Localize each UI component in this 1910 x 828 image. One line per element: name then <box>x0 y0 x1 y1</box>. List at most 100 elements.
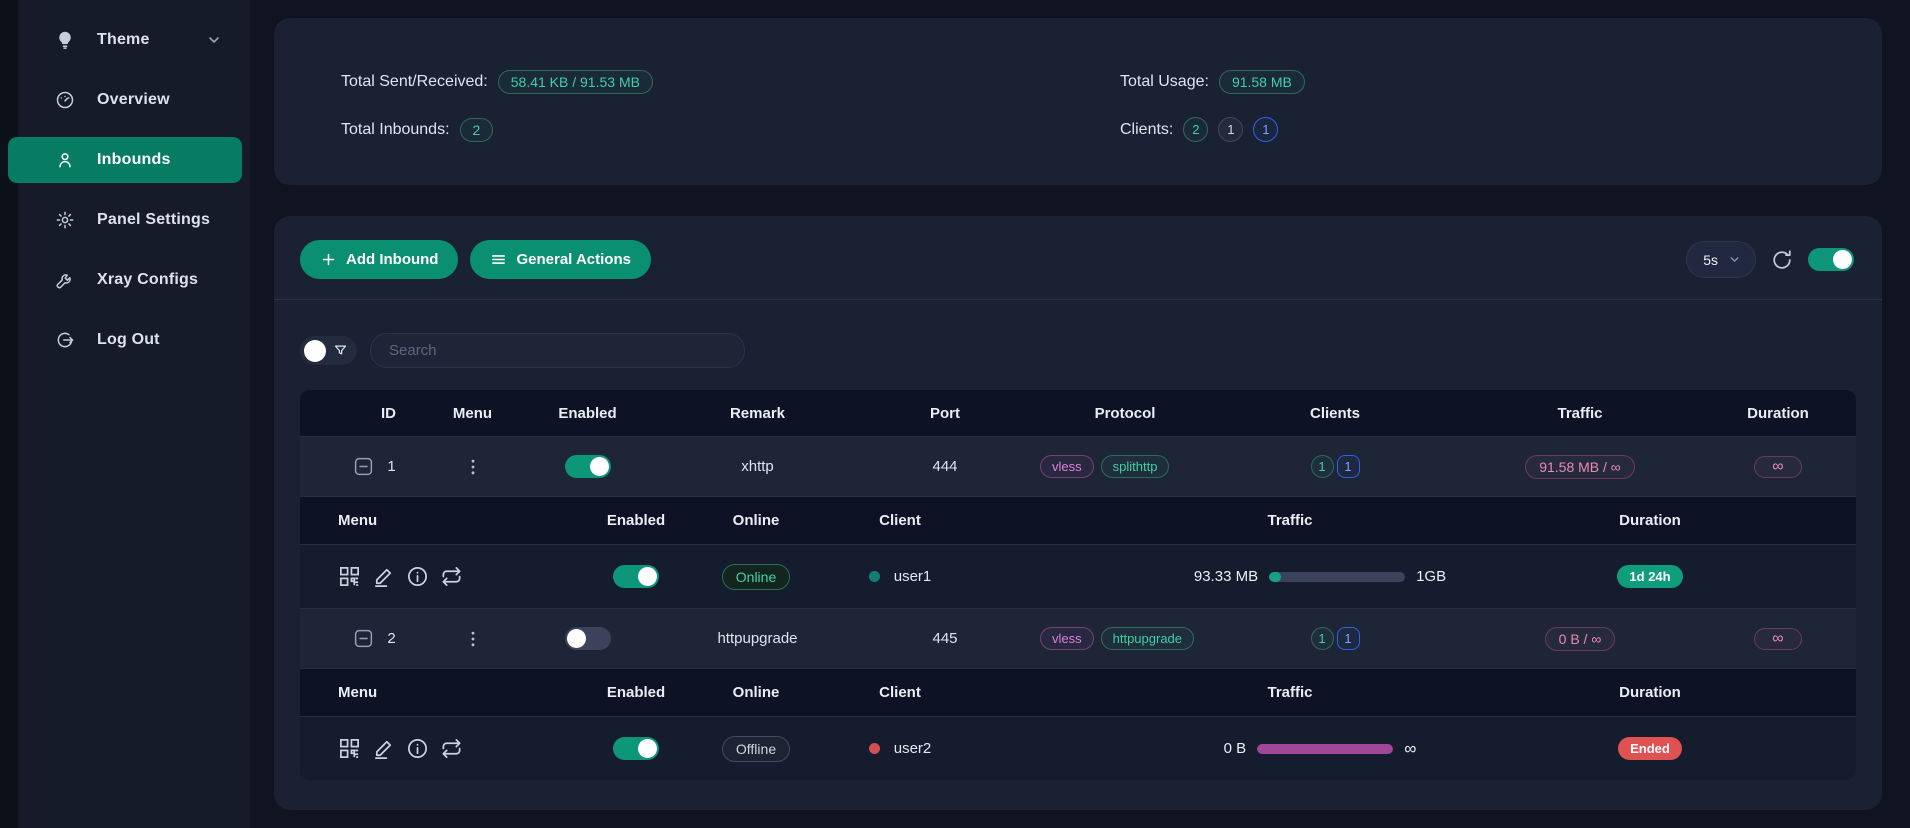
table-row: 1 xhttp 444 vless splithttp 1 1 91.58 MB… <box>300 436 1856 496</box>
sidebar-item-label: Overview <box>97 91 170 109</box>
edit-icon[interactable] <box>372 737 395 760</box>
qr-code-icon[interactable] <box>338 565 361 588</box>
sidebar-item-panel-settings[interactable]: Panel Settings <box>8 197 242 243</box>
toolbar-divider <box>274 299 1882 300</box>
col-header-enabled: Enabled <box>510 405 665 422</box>
chevron-down-icon <box>1728 253 1741 266</box>
filter-toggle[interactable] <box>300 336 357 365</box>
add-inbound-label: Add Inbound <box>346 251 438 268</box>
sidebar-item-overview[interactable]: Overview <box>8 77 242 123</box>
row-menu-icon[interactable] <box>463 457 483 477</box>
plus-icon <box>320 251 337 268</box>
client-duration-badge: Ended <box>1618 737 1682 760</box>
sub-col-header-enabled: Enabled <box>560 684 712 701</box>
inbound-enabled-toggle[interactable] <box>565 455 611 478</box>
inbounds-table: ID Menu Enabled Remark Port Protocol Cli… <box>300 390 1856 780</box>
stats-card: Total Sent/Received: 58.41 KB / 91.53 MB… <box>274 18 1882 185</box>
search-row <box>300 333 1882 368</box>
general-actions-label: General Actions <box>516 251 630 268</box>
theme-selector[interactable]: Theme <box>8 17 242 63</box>
sub-col-header-duration: Duration <box>1580 512 1720 529</box>
refresh-icon[interactable] <box>1771 249 1793 271</box>
logout-icon <box>55 330 75 350</box>
sub-col-header-menu: Menu <box>300 512 560 529</box>
stat-clients: Clients: 2 1 1 <box>1120 116 1305 143</box>
info-icon[interactable] <box>406 565 429 588</box>
sub-col-header-menu: Menu <box>300 684 560 701</box>
search-input[interactable] <box>370 333 745 368</box>
total-inbounds-label: Total Inbounds: <box>341 121 450 139</box>
clients-label: Clients: <box>1120 121 1173 139</box>
row-menu-icon[interactable] <box>463 629 483 649</box>
clients-count-badge-gray: 1 <box>1218 117 1243 142</box>
duration-pill: ∞ <box>1754 456 1801 478</box>
col-header-clients: Clients <box>1210 405 1460 422</box>
auto-refresh-toggle[interactable] <box>1808 248 1854 271</box>
sub-col-header-client: Client <box>800 684 1000 701</box>
sidebar-item-xray-configs[interactable]: Xray Configs <box>8 257 242 303</box>
client-count-badge: 1 <box>1337 627 1360 650</box>
filter-funnel-icon <box>333 343 348 358</box>
refresh-interval-select[interactable]: 5s <box>1686 241 1756 278</box>
client-color-dot <box>869 743 880 754</box>
sidebar-item-log-out[interactable]: Log Out <box>8 317 242 363</box>
hamburger-icon <box>490 251 507 268</box>
collapse-row-icon[interactable] <box>353 456 374 477</box>
duration-pill: ∞ <box>1754 628 1801 650</box>
client-enabled-toggle[interactable] <box>613 737 659 760</box>
qr-code-icon[interactable] <box>338 737 361 760</box>
stat-sent-received: Total Sent/Received: 58.41 KB / 91.53 MB <box>341 68 653 95</box>
sidebar: Theme Overview Inbounds Panel Settings X… <box>0 0 250 828</box>
client-name: user1 <box>894 568 932 585</box>
clients-count-badge-blue: 1 <box>1253 117 1278 142</box>
client-subtable-header: Menu Enabled Online Client Traffic Durat… <box>300 496 1856 544</box>
inbound-id: 2 <box>387 630 395 647</box>
traffic-used: 0 B <box>1224 740 1247 757</box>
traffic-progress-bar <box>1269 572 1405 582</box>
sidebar-item-label: Xray Configs <box>97 271 198 289</box>
sent-received-label: Total Sent/Received: <box>341 73 488 91</box>
col-header-remark: Remark <box>665 405 850 422</box>
collapse-row-icon[interactable] <box>353 628 374 649</box>
client-enabled-toggle[interactable] <box>613 565 659 588</box>
bulb-icon <box>55 30 75 50</box>
toolbar: Add Inbound General Actions 5s <box>274 216 1882 279</box>
client-count-badge: 1 <box>1337 455 1360 478</box>
transport-tag: httpupgrade <box>1101 627 1194 650</box>
reset-traffic-icon[interactable] <box>440 565 463 588</box>
sidebar-item-label: Log Out <box>97 331 160 349</box>
client-count-badge: 1 <box>1311 455 1334 478</box>
traffic-progress-bar <box>1257 744 1393 754</box>
wrench-icon <box>55 270 75 290</box>
sub-col-header-traffic: Traffic <box>1000 684 1580 701</box>
sub-col-header-online: Online <box>712 684 800 701</box>
inbound-port: 445 <box>850 630 1040 647</box>
col-header-port: Port <box>850 405 1040 422</box>
edit-icon[interactable] <box>372 565 395 588</box>
gear-icon <box>55 210 75 230</box>
inbounds-panel: Add Inbound General Actions 5s <box>274 216 1882 810</box>
sidebar-item-label: Panel Settings <box>97 211 210 229</box>
traffic-pill: 91.58 MB / ∞ <box>1525 455 1635 479</box>
total-usage-value: 91.58 MB <box>1219 70 1305 94</box>
general-actions-button[interactable]: General Actions <box>470 240 650 279</box>
client-row: Offline user2 0 B ∞ Ended <box>300 716 1856 780</box>
total-inbounds-value: 2 <box>460 118 494 142</box>
protocol-tag: vless <box>1040 627 1094 650</box>
transport-tag: splithttp <box>1101 455 1170 478</box>
reset-traffic-icon[interactable] <box>440 737 463 760</box>
client-row: Online user1 93.33 MB 1GB 1d 24h <box>300 544 1856 608</box>
theme-label: Theme <box>97 31 150 49</box>
sub-col-header-online: Online <box>712 512 800 529</box>
inbound-id: 1 <box>387 458 395 475</box>
client-duration-badge: 1d 24h <box>1617 565 1682 588</box>
col-header-id: ID <box>300 405 435 422</box>
refresh-interval-value: 5s <box>1703 252 1718 268</box>
online-status-badge: Offline <box>722 736 790 762</box>
col-header-duration: Duration <box>1700 405 1856 422</box>
sidebar-item-inbounds[interactable]: Inbounds <box>8 137 242 183</box>
info-icon[interactable] <box>406 737 429 760</box>
inbound-enabled-toggle[interactable] <box>565 627 611 650</box>
sub-col-header-duration: Duration <box>1580 684 1720 701</box>
add-inbound-button[interactable]: Add Inbound <box>300 240 458 279</box>
